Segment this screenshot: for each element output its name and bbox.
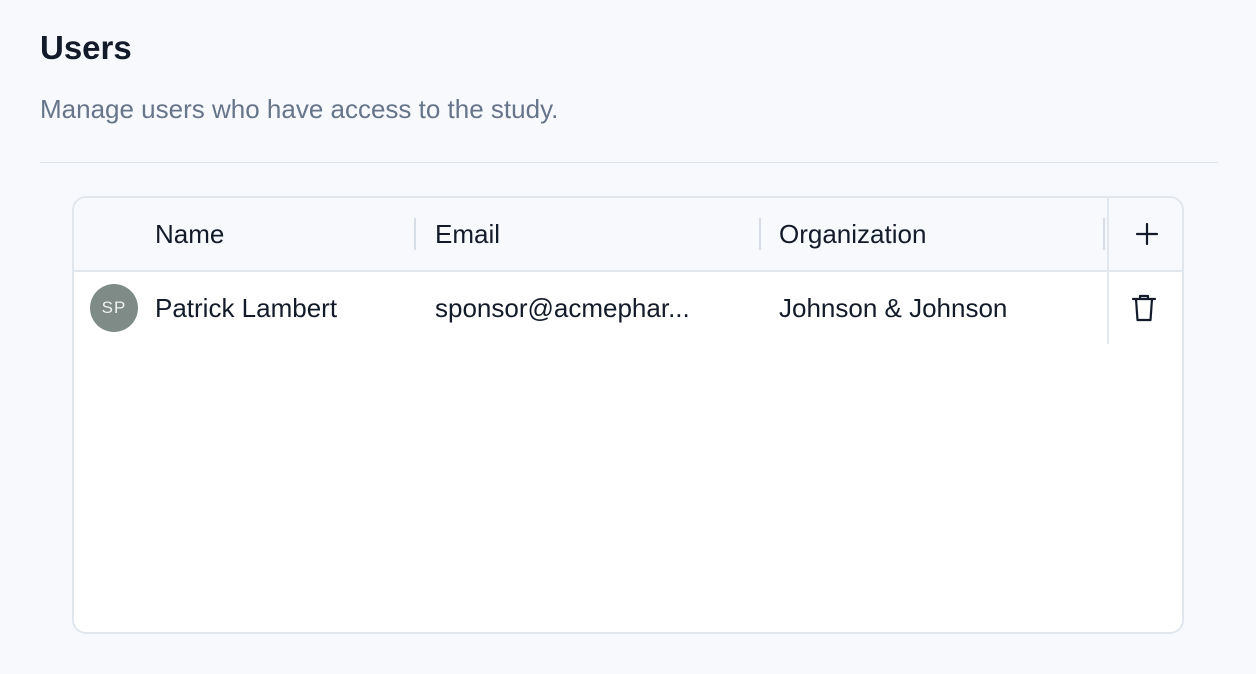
cell-email: sponsor@acmephar...: [435, 293, 690, 323]
cell-organization: Johnson & Johnson: [779, 293, 1008, 323]
cell-name: Patrick Lambert: [155, 293, 338, 323]
page-title: Users: [40, 29, 132, 66]
column-resize-handle[interactable]: [1103, 218, 1105, 250]
delete-user-button[interactable]: [1109, 272, 1179, 344]
plus-icon: [1135, 222, 1158, 246]
column-header-email[interactable]: Email: [435, 198, 500, 270]
column-resize-handle[interactable]: [759, 218, 761, 250]
trash-icon: [1131, 294, 1157, 322]
section-divider: [40, 162, 1218, 163]
add-user-button[interactable]: [1109, 198, 1182, 270]
column-resize-handle[interactable]: [414, 218, 416, 250]
column-header-name[interactable]: Name: [155, 198, 224, 270]
users-table: Name Email Organization SP Patrick Lambe…: [72, 196, 1184, 634]
page-subtitle: Manage users who have access to the stud…: [40, 94, 559, 124]
table-header-row: Name Email Organization: [74, 198, 1182, 272]
table-row[interactable]: SP Patrick Lambert sponsor@acmephar... J…: [74, 272, 1182, 344]
column-header-organization[interactable]: Organization: [779, 198, 926, 270]
users-page: Users Manage users who have access to th…: [0, 0, 1256, 674]
avatar: SP: [90, 284, 138, 332]
